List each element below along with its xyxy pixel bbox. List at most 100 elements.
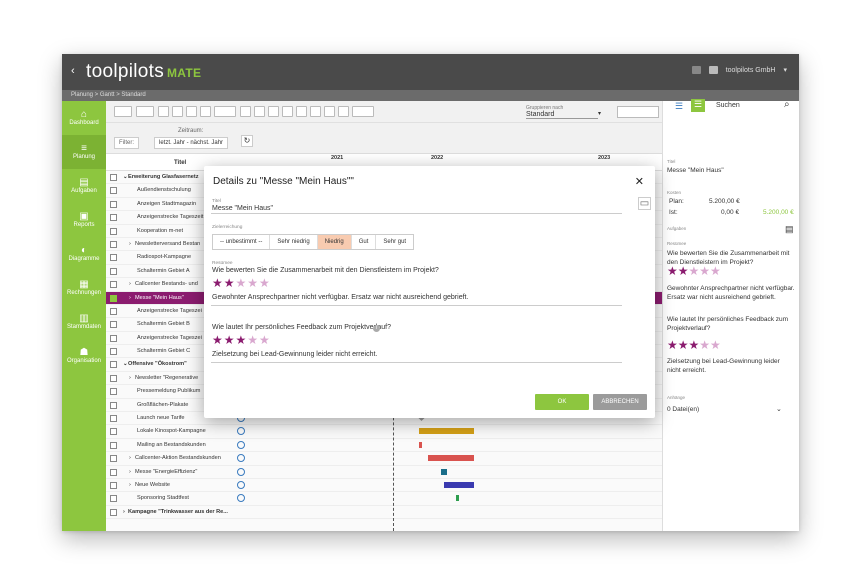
table-row[interactable]: › Messe "EnergieEffizienz" [106,466,662,479]
row-checkbox[interactable] [110,174,117,181]
answer-1[interactable]: Gewohnter Ansprechpartner nicht verfügba… [212,294,468,301]
ok-button[interactable]: OK [535,394,589,410]
table-row[interactable]: Mailing an Bestandskunden [106,439,662,453]
row-checkbox[interactable] [110,187,117,195]
sidebar-item-aufgaben[interactable]: ▤ Aufgaben [62,169,106,203]
star-icon[interactable]: ★★ [247,333,271,347]
row-checkbox[interactable] [110,415,117,423]
row-checkbox[interactable] [110,294,117,302]
status-circle-icon[interactable] [237,467,245,476]
sidebar-item-diagramme[interactable]: ◐ Diagramme [62,237,106,271]
comment-icon[interactable]: ▭ [638,197,651,210]
table-row[interactable]: › Kampagne "Trinkwasser aus der Re... [106,506,662,520]
row-checkbox[interactable] [110,508,117,516]
chevron-down-icon[interactable]: ⌄ [123,361,128,367]
row-checkbox[interactable] [110,495,117,503]
gantt-bar[interactable] [419,428,474,435]
notification-icon[interactable] [691,66,701,74]
star-icon[interactable]: ★★★ [212,333,247,347]
chevron-down-icon[interactable]: ▾ [783,66,787,74]
row-checkbox[interactable] [110,348,117,356]
row-checkbox[interactable] [110,267,117,275]
rating-2[interactable]: ★★★★★ [212,333,271,347]
chevron-right-icon[interactable]: › [129,281,131,287]
gantt-bar[interactable] [419,441,422,448]
row-checkbox[interactable] [110,388,117,396]
table-row[interactable]: Lokale Kinospot-Kampagne [106,425,662,439]
delete-button[interactable] [268,106,279,117]
table-row[interactable]: Sponsoring Stadtfest [106,492,662,506]
refresh-icon[interactable]: ↻ [241,135,253,147]
zoom-controls[interactable] [617,106,659,118]
sidebar-item-stammdaten[interactable]: ▥ Stammdaten [62,305,106,339]
user-name[interactable]: toolpilots GmbH [726,67,776,74]
history-button[interactable] [310,106,321,117]
status-circle-icon[interactable] [237,454,245,463]
row-checkbox[interactable] [110,254,117,262]
range-select[interactable]: letzt. Jahr - nächst. Jahr [154,137,229,149]
chevron-right-icon[interactable]: › [129,375,131,381]
row-checkbox[interactable] [110,401,117,409]
segment-niedrig[interactable]: Niedrig [317,235,352,249]
status-circle-icon[interactable] [237,427,245,436]
forward-button[interactable] [200,106,211,117]
title-field[interactable]: Messe "Mein Haus" [212,205,273,212]
row-checkbox[interactable] [110,307,117,315]
pdf-button[interactable] [338,106,349,117]
document-icon[interactable]: ▤ [785,224,794,235]
chevron-right-icon[interactable]: › [129,482,131,488]
edit-button[interactable] [158,106,169,117]
row-checkbox[interactable] [110,455,117,463]
segment-sehr-gut[interactable]: Sehr gut [376,235,413,249]
row-checkbox[interactable] [110,481,117,489]
chevron-right-icon[interactable]: › [129,295,131,301]
sidebar-item-organisation[interactable]: ☗ Organisation [62,339,106,373]
row-checkbox[interactable] [110,374,117,382]
chevron-down-icon[interactable]: ⌄ [123,174,128,180]
sidebar-item-rechnungen[interactable]: ▦ Rechnungen [62,271,106,305]
list-view-icon[interactable]: ☰ [675,101,683,112]
sidebar-item-reports[interactable]: ▣ Reports [62,203,106,237]
row-checkbox[interactable] [110,227,117,235]
row-checkbox[interactable] [110,214,117,222]
filter-button[interactable]: Filter: [114,137,139,149]
menu-icon[interactable]: ‹ [71,65,75,77]
grid-button[interactable] [324,106,335,117]
last-button[interactable] [186,106,197,117]
link-button[interactable] [214,106,236,117]
info-icon[interactable]: i [373,325,380,332]
table-row[interactable]: › Callcenter-Aktion Bestandskunden [106,452,662,466]
row-checkbox[interactable] [110,361,117,369]
copy-button[interactable] [240,106,251,117]
view-button[interactable] [282,106,293,117]
sidebar-item-planung[interactable]: ≡ Planung [62,135,106,169]
chevron-right-icon[interactable]: › [129,455,131,461]
cancel-button[interactable]: ABBRECHEN [593,394,647,410]
segment-sehr-niedrig[interactable]: Sehr niedrig [270,235,318,249]
gantt-bar[interactable] [444,481,474,488]
rating-1[interactable]: ★★★★★ [212,276,271,290]
row-checkbox[interactable] [110,468,117,476]
star-icon[interactable]: ★★ [212,276,236,290]
status-circle-icon[interactable] [237,480,245,489]
chevron-right-icon[interactable]: › [123,509,125,515]
gantt-bar[interactable] [441,468,447,475]
search-icon[interactable]: ⌕ [784,99,790,110]
answer-2[interactable]: Zielsetzung bei Lead-Gewinnung leider ni… [212,351,377,358]
detail-view-icon[interactable]: ☰ [691,99,705,112]
row-checkbox[interactable] [110,321,117,329]
sidebar-item-dashboard[interactable]: ⌂ Dashboard [62,101,106,135]
row-checkbox[interactable] [110,200,117,208]
first-button[interactable] [172,106,183,117]
status-circle-icon[interactable] [237,440,245,449]
row-checkbox[interactable] [110,441,117,449]
chevron-right-icon[interactable]: › [129,469,131,475]
paste-button[interactable] [254,106,265,117]
status-circle-icon[interactable] [237,494,245,503]
group-select[interactable]: Standard [526,111,598,119]
cloud-button[interactable] [296,106,307,117]
gantt-bar[interactable] [456,495,459,502]
star-icon[interactable]: ★★★ [236,276,271,290]
add-button[interactable] [136,106,154,117]
segment-unbestimmt[interactable]: -- unbestimmt -- [213,235,271,249]
